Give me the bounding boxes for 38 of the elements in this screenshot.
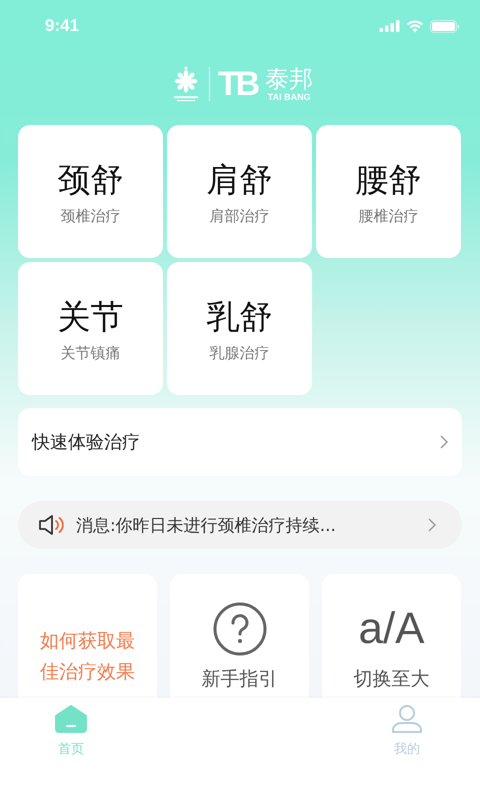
font-size-glyph: a/A [358, 603, 425, 655]
treatment-title: 乳舒 [206, 296, 272, 338]
treatment-subtitle: 乳腺治疗 [210, 344, 270, 362]
chevron-right-icon [440, 435, 448, 449]
feature-label: 切换至大 [354, 667, 430, 692]
notice-bar[interactable]: 消息:你昨日未进行颈椎治疗持续... [18, 501, 462, 549]
quick-trial-label: 快速体验治疗 [32, 431, 140, 454]
treatment-title: 肩舒 [206, 158, 272, 200]
feature-label: 新手指引 [202, 667, 278, 692]
signal-icon [379, 20, 400, 32]
treatment-card[interactable]: 乳舒 乳腺治疗 [167, 262, 312, 395]
treatment-card[interactable]: 颈舒 颈椎治疗 [18, 125, 163, 258]
feature-card[interactable]: 新手指引 [170, 574, 309, 698]
treatment-title: 腰舒 [356, 158, 422, 200]
quick-trial-row[interactable]: 快速体验治疗 [18, 408, 462, 476]
treatment-card[interactable]: 肩舒 肩部治疗 [167, 125, 312, 258]
home-icon [55, 704, 87, 734]
treatment-title: 关节 [58, 296, 124, 338]
treatment-subtitle: 关节镇痛 [60, 344, 120, 362]
brand-name: 泰邦 [265, 66, 314, 92]
treatment-title: 颈舒 [58, 158, 124, 200]
notice-text: 消息:你昨日未进行颈椎治疗持续... [76, 514, 337, 536]
feature-card[interactable]: a/A 切换至大 [322, 574, 461, 698]
question-circle-icon [212, 602, 266, 656]
wifi-icon [406, 20, 424, 32]
person-icon [391, 704, 423, 734]
treatment-card[interactable]: 关节 关节镇痛 [18, 262, 163, 395]
brand-latin-name: TAI BANG [268, 92, 311, 102]
treatment-subtitle: 肩部治疗 [210, 206, 270, 226]
logo-mark: TB [218, 67, 258, 101]
battery-icon [430, 20, 460, 32]
status-time: 9:41 [45, 16, 80, 36]
treatment-subtitle: 颈椎治疗 [60, 206, 120, 226]
treatment-subtitle: 腰椎治疗 [358, 206, 418, 226]
treatment-card[interactable]: 腰舒 腰椎治疗 [316, 125, 461, 258]
chevron-right-icon [428, 518, 436, 532]
feature-label: 如何获取最佳治疗效果 [39, 629, 136, 685]
speaker-icon [38, 514, 66, 536]
